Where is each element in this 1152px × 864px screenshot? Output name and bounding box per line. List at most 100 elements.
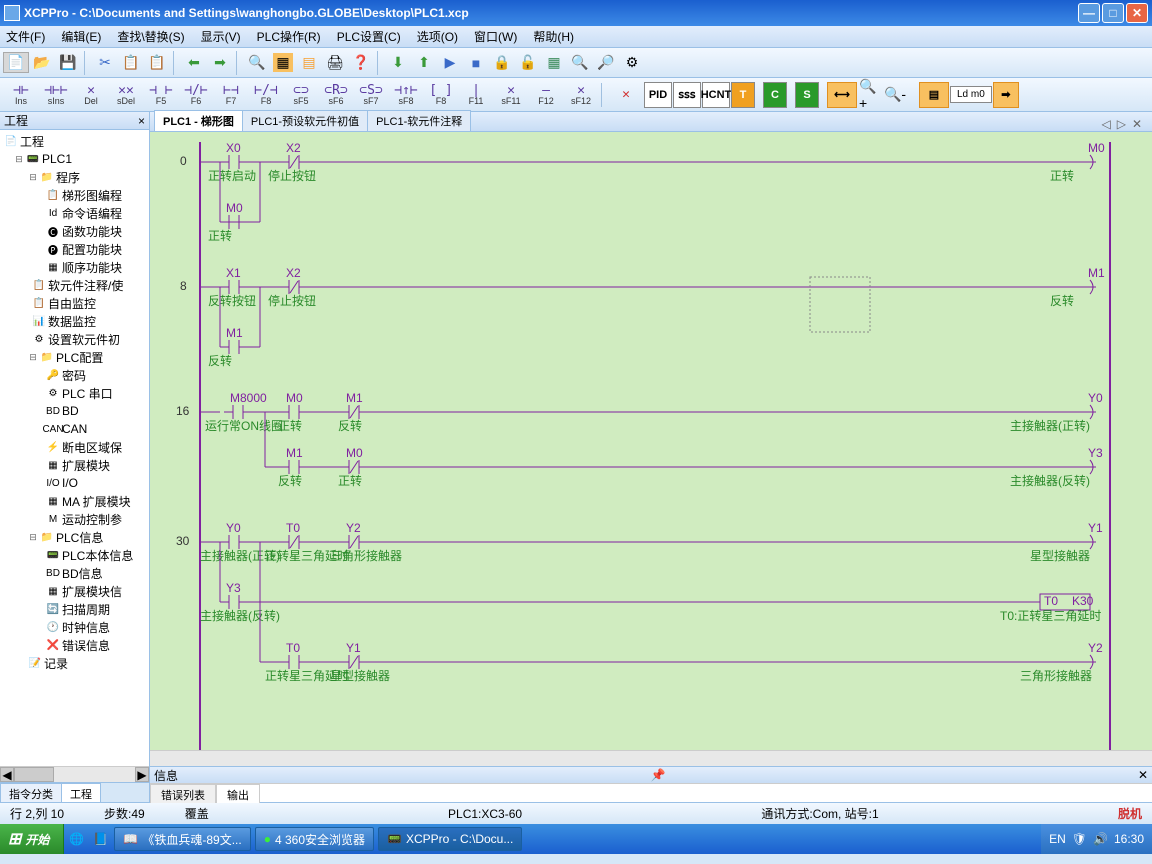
tree-item[interactable]: I/OI/O: [0, 474, 149, 492]
new-button[interactable]: 📄: [4, 51, 28, 75]
ladder-btn-f6[interactable]: ⊣/⊢F6: [179, 79, 213, 111]
task-item-3[interactable]: 📟XCPPro - C:\Docu...: [378, 827, 522, 851]
tree-item[interactable]: ⚙PLC 串口: [0, 384, 149, 402]
tray-icon-1[interactable]: 🛡: [1072, 832, 1087, 846]
tree-item[interactable]: ⚙设置软元件初: [0, 330, 149, 348]
pid-button[interactable]: PID: [644, 82, 672, 108]
ld-input[interactable]: Ld m0: [950, 86, 992, 103]
tree-item[interactable]: ⚡断电区域保: [0, 438, 149, 456]
comm-button[interactable]: ⚙: [620, 51, 644, 75]
tree-item[interactable]: BDBD信息: [0, 564, 149, 582]
tree-item[interactable]: 📋软元件注释/使: [0, 276, 149, 294]
grid-button[interactable]: ▦: [542, 51, 566, 75]
tree-plc-config[interactable]: ⊟📁PLC配置: [0, 348, 149, 366]
tree-plc-info[interactable]: ⊟📁PLC信息: [0, 528, 149, 546]
tree-item[interactable]: BDBD: [0, 402, 149, 420]
tab-prev-icon[interactable]: ◁: [1101, 117, 1110, 131]
ladder-btn-f8[interactable]: ⊢/⊣F8: [249, 79, 283, 111]
tray-icon-2[interactable]: 🔊: [1093, 832, 1108, 846]
info-tab-output[interactable]: 输出: [216, 784, 260, 803]
menu-view[interactable]: 显示(V): [201, 28, 241, 45]
task-item-1[interactable]: 📖《铁血兵魂-89文...: [114, 827, 250, 851]
tree-item[interactable]: 📊数据监控: [0, 312, 149, 330]
tree-item[interactable]: 🔑密码: [0, 366, 149, 384]
ladder-btn-sf7[interactable]: ⊂S⊃sF7: [354, 79, 388, 111]
tree-item[interactable]: 🅒函数功能块: [0, 222, 149, 240]
lock-button[interactable]: 🔒: [490, 51, 514, 75]
sidebar-scrollbar[interactable]: ◀ ▶: [0, 766, 149, 782]
tree-item[interactable]: ▦扩展模块: [0, 456, 149, 474]
zoom-out-button[interactable]: 🔍-: [883, 83, 907, 107]
ladder-btn-f8[interactable]: [ ]F8: [424, 79, 458, 111]
undo-button[interactable]: ⬅: [182, 51, 206, 75]
sidetab-instructions[interactable]: 指令分类: [0, 783, 62, 802]
ime-indicator[interactable]: EN: [1049, 832, 1066, 846]
ladder-btn-sf8[interactable]: ⊣↑⊢sF8: [389, 79, 423, 111]
find-button[interactable]: 🔍: [245, 51, 269, 75]
tree-item[interactable]: ▦顺序功能块: [0, 258, 149, 276]
tree-item[interactable]: CANCAN: [0, 420, 149, 438]
ladder-icon[interactable]: ▤: [919, 82, 949, 108]
menu-plc-set[interactable]: PLC设置(C): [337, 28, 401, 45]
ql-browser[interactable]: 🌐: [64, 827, 88, 851]
tree-item[interactable]: ▦扩展模块信: [0, 582, 149, 600]
info-pin-icon[interactable]: 📌: [651, 768, 666, 782]
ladder-btn-sf5[interactable]: ⊂⊃sF5: [284, 79, 318, 111]
start-button[interactable]: ⊞ 开始: [0, 824, 64, 854]
zoom-b-button[interactable]: 🔎: [594, 51, 618, 75]
sidebar-close-icon[interactable]: ×: [138, 114, 145, 128]
menu-options[interactable]: 选项(O): [417, 28, 458, 45]
upload-button[interactable]: ⬆: [412, 51, 436, 75]
c-button[interactable]: C: [763, 82, 787, 108]
tab-next-icon[interactable]: ▷: [1117, 117, 1126, 131]
tree-root[interactable]: 📄工程: [0, 132, 149, 150]
ladder-btn-sins[interactable]: ⊣⊢⊢sIns: [39, 79, 73, 111]
exec-button[interactable]: ➡: [993, 82, 1019, 108]
menu-help[interactable]: 帮助(H): [533, 28, 574, 45]
ladder-btn-sf11[interactable]: ✕sF11: [494, 79, 528, 111]
ladder-btn-del[interactable]: ✕Del: [74, 79, 108, 111]
ladder-btn-f5[interactable]: ⊣ ⊢F5: [144, 79, 178, 111]
ladder-btn-f11[interactable]: |F11: [459, 79, 493, 111]
zoom-a-button[interactable]: 🔍: [568, 51, 592, 75]
download-button[interactable]: ⬇: [386, 51, 410, 75]
hcnt-button[interactable]: HCNT: [702, 82, 730, 108]
tree-item[interactable]: 📋自由监控: [0, 294, 149, 312]
ladder-btn-f12[interactable]: —F12: [529, 79, 563, 111]
menu-window[interactable]: 窗口(W): [474, 28, 517, 45]
menu-edit[interactable]: 编辑(E): [61, 28, 101, 45]
ladder-btn-sdel[interactable]: ✕✕sDel: [109, 79, 143, 111]
paste-button[interactable]: 📋: [145, 51, 169, 75]
tree-record[interactable]: 📝记录: [0, 654, 149, 672]
tree-item[interactable]: ▦MA 扩展模块: [0, 492, 149, 510]
pulse-button[interactable]: 𝗌𝗌𝗌: [673, 82, 701, 108]
menu-plc-op[interactable]: PLC操作(R): [257, 28, 321, 45]
cut-button[interactable]: ✂: [93, 51, 117, 75]
tree-program[interactable]: ⊟📁程序: [0, 168, 149, 186]
t-button[interactable]: T: [731, 82, 755, 108]
s-button[interactable]: S: [795, 82, 819, 108]
tree-item[interactable]: 🕐时钟信息: [0, 618, 149, 636]
sidetab-project[interactable]: 工程: [61, 783, 101, 802]
xref-button[interactable]: ✕: [609, 79, 643, 111]
ladder-scrollbar[interactable]: [150, 750, 1152, 766]
maximize-button[interactable]: □: [1102, 3, 1124, 23]
tree-item[interactable]: M运动控制参: [0, 510, 149, 528]
ladder-btn-sf6[interactable]: ⊂R⊃sF6: [319, 79, 353, 111]
menu-search[interactable]: 查找\替换(S): [117, 28, 184, 45]
tool-a[interactable]: ▦: [271, 51, 295, 75]
stop-button[interactable]: ■: [464, 51, 488, 75]
tab-close-icon[interactable]: ✕: [1132, 117, 1142, 131]
task-item-2[interactable]: ●4 360安全浏览器: [255, 827, 374, 851]
ladder-btn-sf12[interactable]: ✕sF12: [564, 79, 598, 111]
tab-comment[interactable]: PLC1-软元件注释: [367, 110, 471, 131]
run-button[interactable]: ▶: [438, 51, 462, 75]
print-button[interactable]: 🖨: [323, 51, 347, 75]
ladder-diagram[interactable]: 0X0X2正转启动停止按钮M0正转M0正转8X1X2反转按钮停止按钮M1反转M1…: [150, 132, 1152, 750]
help-button[interactable]: ❓: [349, 51, 373, 75]
redo-button[interactable]: ➡: [208, 51, 232, 75]
copy-button[interactable]: 📋: [119, 51, 143, 75]
clock[interactable]: 16:30: [1114, 832, 1144, 846]
close-button[interactable]: ✕: [1126, 3, 1148, 23]
tree-plc[interactable]: ⊟📟PLC1: [0, 150, 149, 168]
